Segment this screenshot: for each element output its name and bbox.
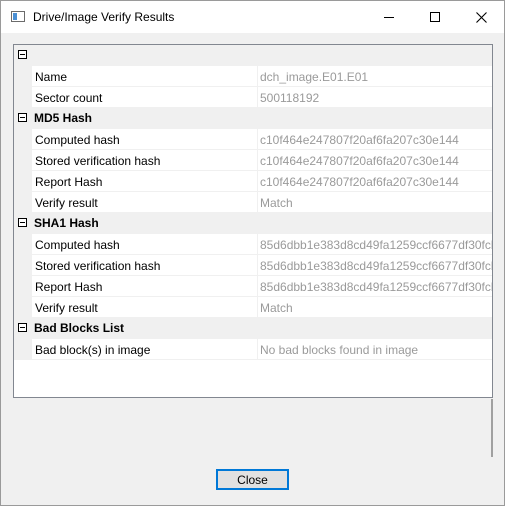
property-value[interactable]: c10f464e247807f20af6fa207c30e144	[260, 154, 492, 168]
collapse-icon[interactable]	[18, 218, 27, 227]
collapse-icon[interactable]	[18, 113, 27, 122]
property-value[interactable]: Match	[260, 196, 492, 210]
category-label: MD5 Hash	[34, 111, 93, 125]
property-name: Stored verification hash	[35, 154, 161, 168]
property-name: Sector count	[35, 91, 103, 105]
property-row-sha1-report[interactable]: Report Hash 85d6dbb1e383d8cd49fa1259ccf6…	[14, 276, 492, 297]
close-button[interactable]: Close	[216, 469, 289, 490]
property-name: Verify result	[35, 196, 98, 210]
property-name: Computed hash	[35, 133, 120, 147]
property-value[interactable]: 85d6dbb1e383d8cd49fa1259ccf6677df30fcb5	[260, 238, 492, 252]
collapse-icon[interactable]	[18, 50, 27, 59]
close-window-button[interactable]	[458, 1, 504, 33]
property-row-sha1-stored[interactable]: Stored verification hash 85d6dbb1e383d8c…	[14, 255, 492, 276]
close-icon	[475, 11, 487, 23]
property-value[interactable]: Match	[260, 301, 492, 315]
property-value[interactable]: No bad blocks found in image	[260, 343, 492, 357]
verify-results-dialog: Drive/Image Verify Results Name dch_imag…	[0, 0, 505, 506]
maximize-icon	[430, 12, 440, 22]
property-row-md5-verify[interactable]: Verify result Match	[14, 192, 492, 213]
description-pane	[14, 399, 493, 457]
property-value[interactable]: c10f464e247807f20af6fa207c30e144	[260, 175, 492, 189]
property-row-sha1-verify[interactable]: Verify result Match	[14, 297, 492, 318]
app-window-icon	[11, 11, 25, 22]
property-value[interactable]: 500118192	[260, 91, 492, 105]
property-row-name[interactable]: Name dch_image.E01.E01	[14, 66, 492, 87]
property-value[interactable]: c10f464e247807f20af6fa207c30e144	[260, 133, 492, 147]
property-value[interactable]: 85d6dbb1e383d8cd49fa1259ccf6677df30fcb5	[260, 259, 492, 273]
property-name: Verify result	[35, 301, 98, 315]
property-name: Report Hash	[35, 175, 103, 189]
minimize-icon	[384, 17, 394, 18]
property-name: Computed hash	[35, 238, 120, 252]
category-row-bad-blocks[interactable]: Bad Blocks List	[14, 318, 492, 339]
property-row-sha1-computed[interactable]: Computed hash 85d6dbb1e383d8cd49fa1259cc…	[14, 234, 492, 255]
property-name: Report Hash	[35, 280, 103, 294]
collapse-icon[interactable]	[18, 323, 27, 332]
property-row-md5-computed[interactable]: Computed hash c10f464e247807f20af6fa207c…	[14, 129, 492, 150]
maximize-button[interactable]	[412, 1, 458, 33]
window-title: Drive/Image Verify Results	[33, 10, 175, 24]
property-name: Name	[35, 70, 68, 84]
property-row-md5-stored[interactable]: Stored verification hash c10f464e247807f…	[14, 150, 492, 171]
property-row-bad-blocks[interactable]: Bad block(s) in image No bad blocks foun…	[14, 339, 492, 360]
category-row-md5[interactable]: MD5 Hash	[14, 108, 492, 129]
category-label: Bad Blocks List	[34, 321, 125, 335]
property-row-sector-count[interactable]: Sector count 500118192	[14, 87, 492, 108]
property-grid[interactable]: Name dch_image.E01.E01 Sector count 5001…	[13, 44, 493, 398]
category-row-general[interactable]	[14, 45, 492, 66]
category-label: SHA1 Hash	[34, 216, 99, 230]
property-value[interactable]: dch_image.E01.E01	[260, 70, 492, 84]
property-value[interactable]: 85d6dbb1e383d8cd49fa1259ccf6677df30fcb5	[260, 280, 492, 294]
title-bar[interactable]: Drive/Image Verify Results	[1, 1, 504, 33]
property-row-md5-report[interactable]: Report Hash c10f464e247807f20af6fa207c30…	[14, 171, 492, 192]
property-name: Bad block(s) in image	[35, 343, 151, 357]
property-name: Stored verification hash	[35, 259, 161, 273]
minimize-button[interactable]	[366, 1, 412, 33]
category-row-sha1[interactable]: SHA1 Hash	[14, 213, 492, 234]
